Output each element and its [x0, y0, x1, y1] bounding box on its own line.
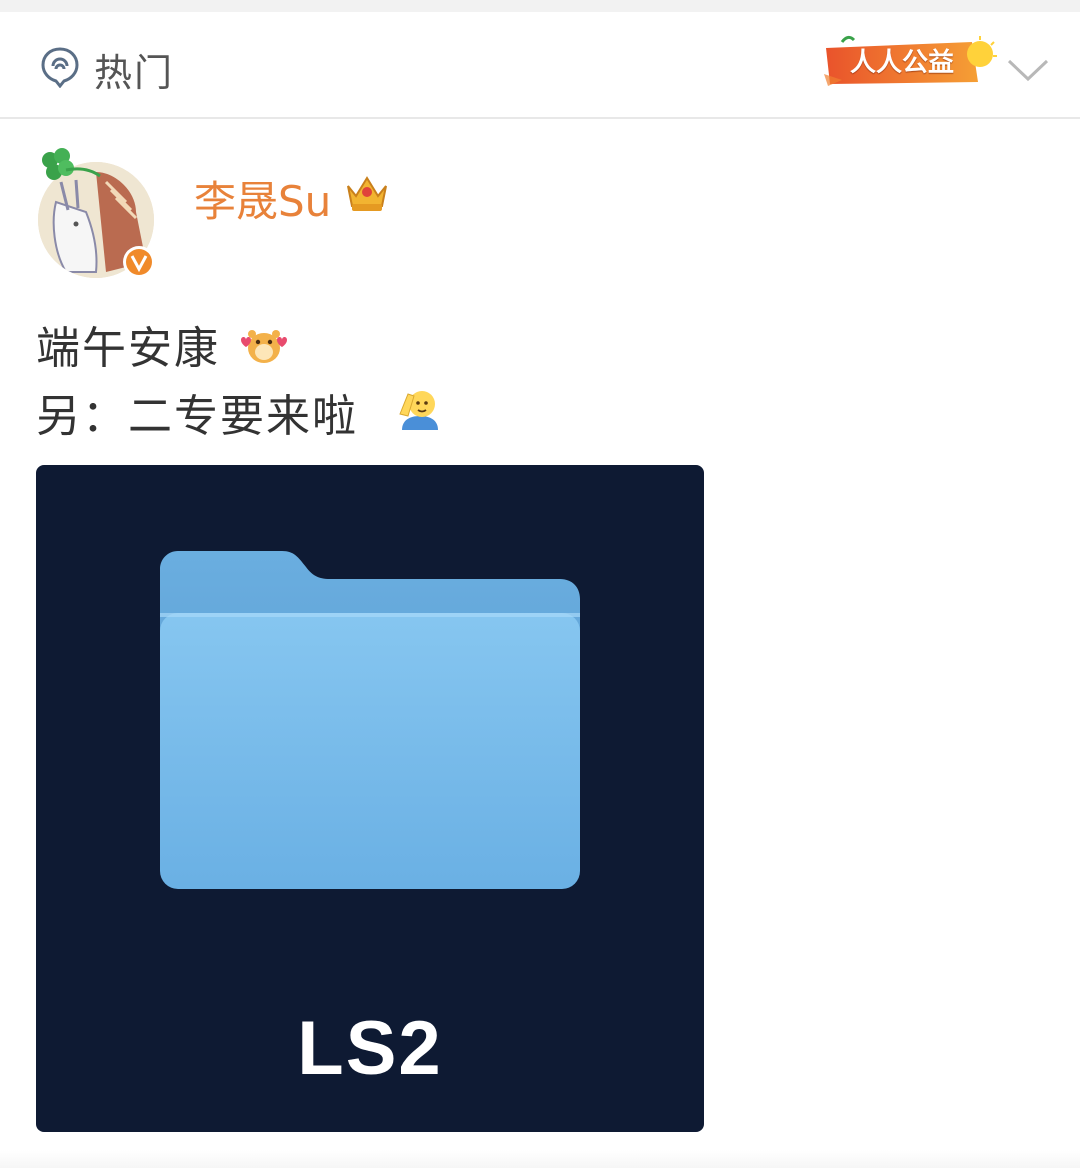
post-text-line2: 另：二专要来啦: [36, 391, 358, 442]
weibo-post-screen: 热门 人人公益 李晟Su 端午安康 另：二专要来啦 LS2: [0, 0, 1080, 1168]
feed-header: 热门 人人公益: [0, 12, 1080, 119]
crown-membership-icon[interactable]: [344, 170, 390, 214]
hot-location-icon[interactable]: [40, 46, 80, 88]
post-image[interactable]: LS2: [36, 465, 704, 1132]
folder-caption: LS2: [297, 1006, 443, 1091]
salute-icon: [399, 391, 438, 430]
status-strip: [0, 0, 1080, 12]
folder-icon: [160, 551, 580, 889]
next-card-edge: [0, 1150, 1080, 1168]
tab-hot-label[interactable]: 热门: [94, 42, 174, 97]
post-text-line1: 端午安康: [36, 323, 220, 374]
charity-badge-label[interactable]: 人人公益: [850, 42, 954, 79]
chevron-down-icon[interactable]: [1006, 56, 1050, 84]
hamster-love-icon: [241, 330, 287, 363]
avatar[interactable]: [36, 142, 162, 282]
author-name[interactable]: 李晟Su: [194, 168, 331, 229]
